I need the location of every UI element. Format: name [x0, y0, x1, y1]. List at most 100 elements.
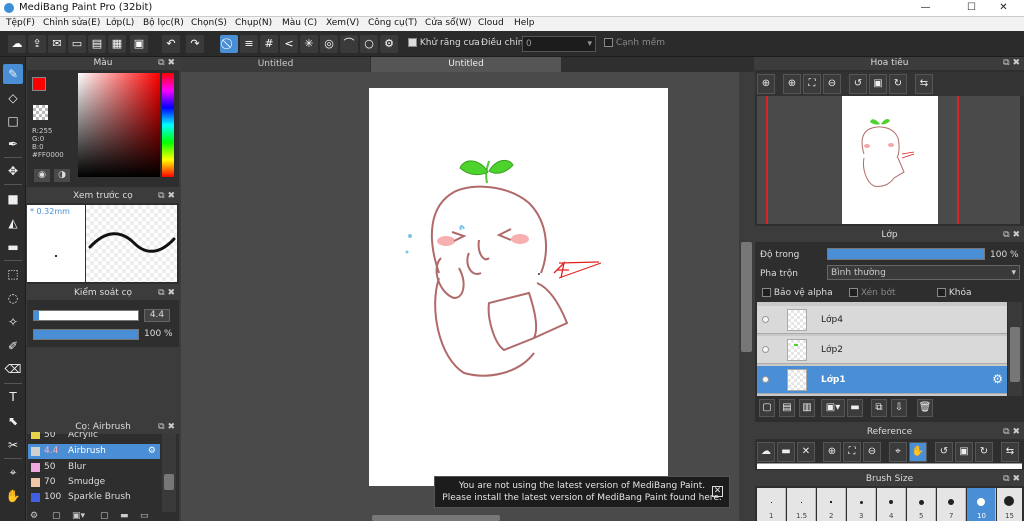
primary-color-swatch[interactable]: [32, 77, 46, 91]
brush-folder-icon[interactable]: ▬: [120, 511, 129, 521]
menu-window[interactable]: Cửa sổ(W): [425, 18, 471, 28]
drawing-paper[interactable]: [369, 88, 668, 486]
radial-snap-icon[interactable]: ✳: [300, 35, 318, 53]
nav-zoom-icon[interactable]: ⊕: [757, 74, 775, 94]
eyedropper-tool-icon[interactable]: ⌖: [3, 462, 23, 482]
undo-icon[interactable]: ↶: [162, 35, 180, 53]
divide-tool-icon[interactable]: ✂: [3, 435, 23, 455]
panel-close-icon[interactable]: ⧉ ✖: [1003, 229, 1020, 242]
panel-close-icon[interactable]: ⧉ ✖: [158, 57, 175, 70]
text-tool-icon[interactable]: T: [3, 387, 23, 407]
ref-actual-size-icon[interactable]: ▣: [955, 442, 973, 462]
snap-off-icon[interactable]: ⃠: [220, 35, 238, 53]
ellipse-snap-icon[interactable]: ○: [360, 35, 378, 53]
reference-view[interactable]: [757, 463, 1022, 469]
menu-filter[interactable]: Bộ lọc(R): [143, 18, 184, 28]
brush-size-cell[interactable]: 15: [997, 488, 1022, 521]
hue-slider[interactable]: [162, 73, 174, 177]
brush-settings-gear-icon[interactable]: ⚙: [148, 444, 156, 459]
parallel-snap-icon[interactable]: ≡: [240, 35, 258, 53]
blend-mode-select[interactable]: Bình thường ▾: [827, 265, 1020, 280]
canvas-horizontal-scroll-thumb[interactable]: [372, 515, 500, 521]
document-icon[interactable]: ▤: [88, 35, 106, 53]
nav-rotate-left-icon[interactable]: ↺: [849, 74, 867, 94]
alpha-lock-checkbox[interactable]: Bảo vệ alpha: [762, 288, 833, 298]
menu-edit[interactable]: Chỉnh sửa(E): [43, 18, 100, 28]
new-brush-icon[interactable]: ▢: [52, 511, 61, 521]
maximize-button[interactable]: ☐: [958, 0, 985, 17]
color-history-button[interactable]: ◑: [54, 169, 70, 182]
vanishing-snap-icon[interactable]: <: [280, 35, 298, 53]
nav-fit-icon[interactable]: ⛶: [803, 74, 821, 94]
layer-settings-gear-icon[interactable]: ⚙: [992, 372, 1003, 386]
move-tool-icon[interactable]: ✥: [3, 161, 23, 181]
grid-doc-icon[interactable]: ▦: [108, 35, 126, 53]
menu-file[interactable]: Tệp(F): [6, 18, 35, 28]
menu-help[interactable]: Help: [514, 18, 535, 28]
add-layer-menu-icon[interactable]: ▣▾: [821, 399, 845, 417]
gradient-tool-icon[interactable]: ▬: [3, 237, 23, 257]
panel-close-icon[interactable]: ⧉ ✖: [1003, 57, 1020, 70]
brush-size-cell[interactable]: 1.5: [787, 488, 816, 521]
update-notice[interactable]: You are not using the latest version of …: [434, 476, 730, 508]
adjust-select[interactable]: 0 ▾: [522, 36, 596, 52]
notice-close-icon[interactable]: ✕: [712, 486, 723, 497]
clipping-checkbox[interactable]: Xén bớt: [849, 288, 896, 298]
brush-size-cell[interactable]: 4: [877, 488, 906, 521]
select-eraser-tool-icon[interactable]: ⌫: [3, 359, 23, 379]
ref-rotate-left-icon[interactable]: ↺: [935, 442, 953, 462]
fill-rect-tool-icon[interactable]: ■: [3, 189, 23, 209]
brush-size-slider[interactable]: [33, 310, 139, 321]
tab-untitled-1[interactable]: Untitled: [181, 57, 370, 72]
ref-zoom-in-icon[interactable]: ⊕: [823, 442, 841, 462]
lasso-tool-icon[interactable]: ◌: [3, 288, 23, 308]
notice-line-2[interactable]: Please install the latest version of Med…: [441, 492, 723, 504]
operation-tool-icon[interactable]: ⬉: [3, 411, 23, 431]
nav-actual-size-icon[interactable]: ▣: [869, 74, 887, 94]
brush-size-cell[interactable]: 1: [757, 488, 786, 521]
layer-folder-icon[interactable]: ▬: [847, 399, 863, 417]
new-layer-1bit-icon[interactable]: ▥: [799, 399, 815, 417]
brush-row-airbrush[interactable]: 4.4 Airbrush ⚙: [28, 444, 160, 459]
brush-row-smudge[interactable]: 70 Smudge: [28, 475, 160, 490]
ref-fit-icon[interactable]: ⛶: [843, 442, 861, 462]
layer-row-lop4[interactable]: Lớp4: [757, 306, 1007, 334]
rect-select-tool-icon[interactable]: ⬚: [3, 264, 23, 284]
grid-snap-icon[interactable]: #: [260, 35, 278, 53]
brush-opacity-slider[interactable]: [33, 329, 139, 340]
brush-row-acrylic[interactable]: 50 Acrylic: [28, 432, 160, 441]
upload-icon[interactable]: ⇪: [28, 35, 46, 53]
share-icon[interactable]: ▭: [68, 35, 86, 53]
menu-capture[interactable]: Chụp(N): [235, 18, 272, 28]
dot-tool-icon[interactable]: □: [3, 111, 23, 131]
close-window-button[interactable]: ✕: [990, 0, 1017, 17]
menu-view[interactable]: Xem(V): [326, 18, 359, 28]
tab-untitled-2[interactable]: Untitled: [371, 57, 561, 72]
add-brush-icon[interactable]: ⚙: [30, 511, 38, 521]
color-palette-button[interactable]: ◉: [34, 169, 50, 182]
circle-snap-icon[interactable]: ◎: [320, 35, 338, 53]
layer-row-lop2[interactable]: Lớp2: [757, 336, 1007, 364]
magic-wand-tool-icon[interactable]: ✧: [3, 312, 23, 332]
transparent-color-swatch[interactable]: [33, 105, 48, 120]
ref-flip-icon[interactable]: ⇆: [1001, 442, 1019, 462]
snap-settings-icon[interactable]: ⚙: [380, 35, 398, 53]
panel-close-icon[interactable]: ⧉ ✖: [1003, 473, 1020, 486]
new-layer-icon[interactable]: ▢: [759, 399, 775, 417]
brush-size-cell[interactable]: 5: [907, 488, 936, 521]
ref-open-icon[interactable]: ☁: [757, 442, 775, 462]
duplicate-layer-icon[interactable]: ⧉: [871, 399, 887, 417]
menu-layer[interactable]: Lớp(L): [106, 18, 134, 28]
saturation-value-picker[interactable]: [78, 73, 160, 177]
ref-folder-icon[interactable]: ▬: [777, 442, 795, 462]
brush-delete-icon[interactable]: ▭: [140, 511, 149, 521]
brush-size-cell[interactable]: 3: [847, 488, 876, 521]
minimize-button[interactable]: —: [912, 0, 939, 17]
redo-icon[interactable]: ↷: [186, 35, 204, 53]
eraser-tool-icon[interactable]: ◇: [3, 88, 23, 108]
hand-tool-icon[interactable]: ✋: [3, 486, 23, 506]
navigator-preview[interactable]: [757, 96, 1020, 224]
nav-flip-icon[interactable]: ⇆: [915, 74, 933, 94]
soft-edge-checkbox[interactable]: Cạnh mềm: [604, 38, 665, 48]
comment-icon[interactable]: ✉: [48, 35, 66, 53]
